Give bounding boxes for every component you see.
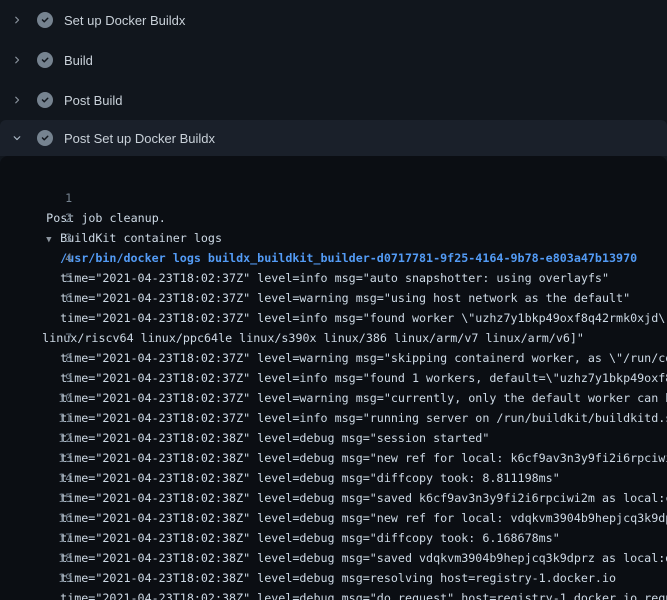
log-line-number[interactable]: 4: [28, 248, 72, 268]
log-line-number[interactable]: 9: [28, 368, 72, 388]
log-row: 1 Post job cleanup.: [0, 168, 667, 188]
log-row: 2 ▼BuildKit container logs: [0, 188, 667, 208]
log-line-number[interactable]: 13: [28, 448, 72, 468]
step-label: Set up Docker Buildx: [64, 13, 185, 28]
check-circle-icon: [37, 130, 53, 146]
log-line-number[interactable]: 1: [28, 188, 72, 208]
log-text: /usr/bin/docker logs buildx_buildkit_bui…: [28, 248, 637, 268]
log-text: time="2021-04-23T18:02:37Z" level=warnin…: [28, 388, 667, 408]
log-text: time="2021-04-23T18:02:38Z" level=debug …: [28, 588, 667, 600]
log-line-number[interactable]: 3: [28, 228, 72, 248]
log-text: time="2021-04-23T18:02:37Z" level=warnin…: [28, 288, 630, 308]
check-circle-icon: [37, 52, 53, 68]
steps-list: Set up Docker Buildx Build Post Build Po…: [0, 0, 667, 156]
log-text: time="2021-04-23T18:02:38Z" level=debug …: [28, 468, 560, 488]
actions-log-viewer: Set up Docker Buildx Build Post Build Po…: [0, 0, 667, 600]
log-text: time="2021-04-23T18:02:37Z" level=info m…: [28, 368, 667, 388]
chevron-down-icon[interactable]: [12, 130, 22, 146]
step-row-post-build[interactable]: Post Build: [0, 80, 667, 120]
log-line-number[interactable]: 7: [28, 328, 72, 348]
log-text: time="2021-04-23T18:02:37Z" level=info m…: [28, 308, 667, 328]
log-line-number[interactable]: 5: [28, 268, 72, 288]
log-line-number[interactable]: 12: [28, 428, 72, 448]
log-text: time="2021-04-23T18:02:38Z" level=debug …: [28, 508, 667, 528]
log-line-number[interactable]: 15: [28, 488, 72, 508]
step-label: Post Set up Docker Buildx: [64, 131, 215, 146]
chevron-right-icon[interactable]: [12, 12, 22, 28]
log-line-number[interactable]: 14: [28, 468, 72, 488]
log-text: time="2021-04-23T18:02:38Z" level=debug …: [28, 428, 489, 448]
log-line-number[interactable]: 10: [28, 388, 72, 408]
log-text: time="2021-04-23T18:02:38Z" level=debug …: [28, 528, 560, 548]
log-line-number[interactable]: 19: [28, 568, 72, 588]
step-label: Build: [64, 53, 93, 68]
log-text: linux/riscv64 linux/ppc64le linux/s390x …: [28, 328, 584, 348]
step-label: Post Build: [64, 93, 123, 108]
chevron-right-icon[interactable]: [12, 52, 22, 68]
chevron-right-icon[interactable]: [12, 92, 22, 108]
log-text: time="2021-04-23T18:02:38Z" level=debug …: [28, 488, 667, 508]
check-circle-icon: [37, 12, 53, 28]
check-circle-icon: [37, 92, 53, 108]
log-text: time="2021-04-23T18:02:38Z" level=debug …: [28, 548, 667, 568]
log-line-number[interactable]: 17: [28, 528, 72, 548]
log-line-number[interactable]: 8: [28, 348, 72, 368]
step-row-set-up-docker-buildx[interactable]: Set up Docker Buildx: [0, 0, 667, 40]
log-text: time="2021-04-23T18:02:37Z" level=info m…: [28, 268, 609, 288]
log-line-number[interactable]: 16: [28, 508, 72, 528]
log-text: time="2021-04-23T18:02:37Z" level=warnin…: [28, 348, 667, 368]
log-panel[interactable]: 1 Post job cleanup. 2 ▼BuildKit containe…: [0, 156, 667, 600]
log-line-number[interactable]: 2: [28, 208, 72, 228]
log-line-number[interactable]: 18: [28, 548, 72, 568]
step-row-build[interactable]: Build: [0, 40, 667, 80]
log-line-number[interactable]: 6: [28, 288, 72, 308]
log-text: time="2021-04-23T18:02:37Z" level=info m…: [28, 408, 667, 428]
log-line-number[interactable]: 11: [28, 408, 72, 428]
log-text: time="2021-04-23T18:02:38Z" level=debug …: [28, 448, 667, 468]
log-text: time="2021-04-23T18:02:38Z" level=debug …: [28, 568, 616, 588]
step-row-post-set-up-docker-buildx[interactable]: Post Set up Docker Buildx: [0, 120, 667, 156]
